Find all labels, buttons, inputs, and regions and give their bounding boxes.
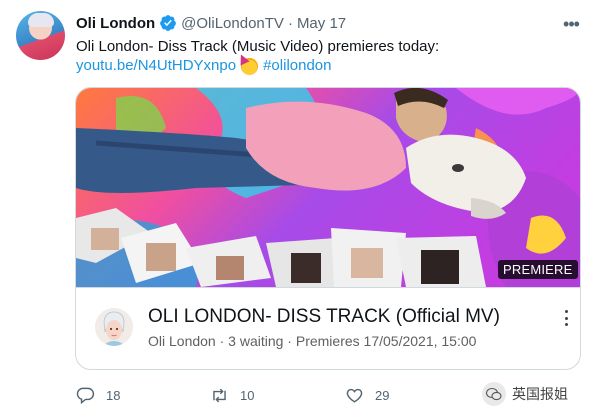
tweet-date[interactable]: May 17 — [297, 15, 346, 32]
reply-button[interactable]: 18 — [76, 384, 120, 406]
author-name[interactable]: Oli London — [76, 15, 155, 32]
watermark: 英国报姐 — [482, 382, 568, 406]
retweet-count: 10 — [240, 387, 255, 403]
retweet-button[interactable]: 10 — [210, 384, 254, 406]
more-horizontal-icon[interactable]: ••• — [561, 14, 581, 34]
thumbnail-image — [76, 88, 580, 287]
like-button[interactable]: 29 — [345, 384, 389, 406]
retweet-icon — [213, 388, 226, 402]
video-thumbnail[interactable]: PREMIERE — [76, 88, 580, 287]
party-face-emoji-icon — [241, 57, 259, 75]
reply-icon — [76, 387, 95, 404]
watermark-text: 英国报姐 — [512, 386, 568, 402]
tweet-header: Oli London @OliLondonTV · May 17 — [76, 12, 346, 34]
author-handle[interactable]: @OliLondonTV — [181, 15, 284, 32]
channel-avatar[interactable] — [95, 308, 133, 346]
card-info[interactable]: OLI LONDON- DISS TRACK (Official MV) Oli… — [76, 287, 580, 369]
author-avatar[interactable] — [16, 11, 65, 60]
like-count: 29 — [375, 387, 390, 403]
separator-dot: · — [287, 14, 293, 32]
youtube-link-card[interactable]: PREMIERE OLI LONDON- DISS TRACK (Officia… — [75, 87, 581, 370]
video-meta: Oli London · 3 waiting · Premieres 17/05… — [148, 333, 477, 349]
youtube-link[interactable]: youtu.be/N4UtHDYxnpo — [76, 56, 236, 76]
tweet-text-line2: youtu.be/N4UtHDYxnpo #olilondon — [76, 56, 332, 76]
channel-avatar-image — [95, 308, 133, 346]
video-title[interactable]: OLI LONDON- DISS TRACK (Official MV) — [148, 306, 500, 328]
heart-icon — [346, 388, 363, 403]
premiere-badge: PREMIERE — [498, 260, 578, 279]
verified-badge-icon — [160, 15, 177, 31]
reply-count: 18 — [106, 387, 121, 403]
more-vertical-icon[interactable] — [560, 308, 572, 328]
tweet-text-line1: Oli London- Diss Track (Music Video) pre… — [76, 38, 440, 55]
wechat-icon — [482, 382, 506, 406]
hashtag-link[interactable]: #olilondon — [263, 56, 331, 76]
